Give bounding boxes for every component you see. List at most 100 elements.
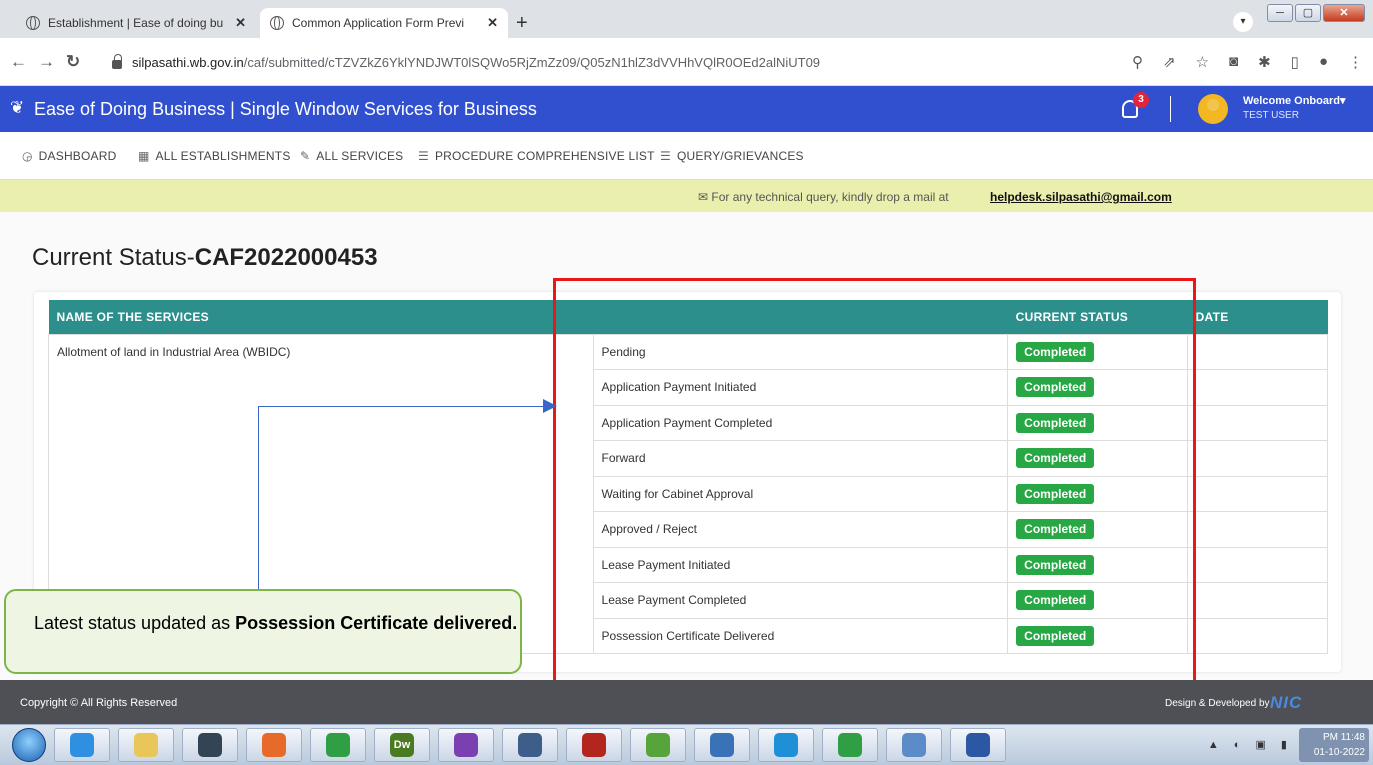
designed-by-text: Design & Developed by (1165, 698, 1270, 709)
taskbar-media-button[interactable] (182, 728, 238, 762)
new-tab-button[interactable]: + (516, 12, 528, 35)
forward-icon[interactable]: → (38, 52, 55, 72)
arrow-line (258, 406, 259, 594)
postgres-icon (518, 733, 542, 757)
status-badge: Completed (1016, 341, 1095, 362)
table-header-row: NAME OF THE SERVICES CURRENT STATUS DATE (48, 300, 1328, 334)
taskbar-ie-button[interactable] (54, 728, 110, 762)
taskbar-notes-button[interactable] (886, 728, 942, 762)
helpdesk-email-link[interactable]: helpdesk.silpasathi@gmail.com (990, 190, 1172, 204)
status-badge: Completed (1016, 483, 1095, 504)
tab-close-icon[interactable]: ✕ (235, 15, 246, 31)
tab-search-icon[interactable]: ▾ (1233, 12, 1253, 32)
date-cell (1187, 511, 1328, 548)
tab-title: Common Application Form Previ (292, 16, 465, 30)
ie-icon (70, 733, 94, 757)
tab-title: Establishment | Ease of doing bu (48, 16, 224, 30)
globe-icon (26, 16, 40, 30)
taskbar-utorrent-button[interactable] (630, 728, 686, 762)
step-cell: Application Payment Completed (592, 404, 1009, 441)
maximize-button[interactable]: ▢ (1295, 4, 1321, 22)
status-cell: Completed (1007, 617, 1189, 654)
word-icon (966, 733, 990, 757)
status-cell: Completed (1007, 582, 1189, 619)
taskbar-firefox-button[interactable] (246, 728, 302, 762)
status-badge: Completed (1016, 412, 1095, 433)
arrow-head (543, 399, 557, 413)
sidepanel-icon[interactable]: ▯ (1291, 53, 1299, 71)
page-title: Current Status-CAF2022000453 (32, 244, 378, 271)
status-badge: Completed (1016, 377, 1095, 398)
step-cell: Possession Certificate Delivered (592, 617, 1009, 654)
copyright-text: Copyright © All Rights Reserved (20, 697, 178, 709)
col-header-services: NAME OF THE SERVICES (48, 300, 594, 334)
window-controls: ─ ▢ ✕ (1267, 4, 1365, 22)
browser-tabstrip: Establishment | Ease of doing bu ✕ Commo… (0, 0, 1373, 38)
tab-establishment[interactable]: Establishment | Ease of doing bu ✕ (16, 8, 256, 38)
system-tray-icons[interactable]: ▲ ◐ ▣ ▮ (1208, 738, 1293, 751)
taskbar-python-button[interactable] (694, 728, 750, 762)
status-cell: Completed (1007, 369, 1189, 406)
globe-icon (270, 16, 284, 30)
status-badge: Completed (1016, 625, 1095, 646)
date-cell (1187, 440, 1328, 477)
star-icon[interactable]: ☆ (1196, 53, 1209, 71)
extensions-icon[interactable]: ✱ (1258, 53, 1271, 71)
date-cell (1187, 404, 1328, 441)
status-badge: Completed (1016, 590, 1095, 611)
taskbar-chrome-button[interactable] (822, 728, 878, 762)
date-cell (1187, 475, 1328, 512)
vs-icon (454, 733, 478, 757)
main-menu: ◶ DASHBOARD ▦ ALL ESTABLISHMENTS ✎ ALL SERV… (0, 132, 1373, 180)
window-close-button[interactable]: ✕ (1323, 4, 1365, 22)
start-button[interactable] (12, 728, 46, 762)
taskbar-explorer-button[interactable] (118, 728, 174, 762)
status-badge: Completed (1016, 448, 1095, 469)
reload-icon[interactable]: ↻ (66, 52, 80, 72)
taskbar-filezilla-button[interactable] (566, 728, 622, 762)
url-path: /caf/submitted/cTZVZkZ6YklYNDJWT0lSQWo5R… (243, 54, 821, 70)
step-cell: Lease Payment Initiated (592, 546, 1009, 583)
menu-all-services[interactable]: ✎ ALL SERVICES (300, 149, 403, 163)
status-cell: Completed (1007, 404, 1189, 441)
minimize-button[interactable]: ─ (1267, 4, 1293, 22)
menu-dashboard[interactable]: ◶ DASHBOARD (22, 149, 117, 163)
lock-icon (112, 53, 122, 69)
url-host: silpasathi.wb.gov.in (132, 54, 244, 70)
windows-taskbar: Dw ▲ ◐ ▣ ▮ PM 11:48 01-10-2022 (0, 724, 1373, 765)
menu-procedure-list[interactable]: ☰ PROCEDURE COMPREHENSIVE LIST (418, 149, 655, 163)
status-badge: Completed (1016, 519, 1095, 540)
zoom-icon[interactable]: ⚲ (1132, 53, 1143, 71)
app-title[interactable]: Ease of Doing Business | Single Window S… (34, 99, 537, 120)
welcome-menu[interactable]: Welcome Onboard▾ (1243, 94, 1346, 107)
col-header-date: DATE (1187, 300, 1328, 334)
back-icon[interactable]: ← (10, 52, 27, 72)
clock[interactable]: PM 11:48 01-10-2022 (1299, 728, 1369, 762)
list-icon: ☰ (418, 149, 429, 163)
menu-query-grievances[interactable]: ☰ QUERY/GRIEVANCES (660, 149, 804, 163)
share-icon[interactable]: ⇗ (1163, 53, 1176, 71)
browser-toolbar-icons: ⚲ ⇗ ☆ ◙ ✱ ▯ ● ⋮ (1132, 53, 1363, 71)
taskbar-vs-button[interactable] (438, 728, 494, 762)
profile-icon[interactable]: ● (1319, 53, 1328, 71)
taskbar-dreamweaver-button[interactable]: Dw (374, 728, 430, 762)
logo-icon: ❦ (10, 98, 25, 117)
menu-icon[interactable]: ⋮ (1348, 53, 1363, 71)
tab-caf-preview[interactable]: Common Application Form Previ ✕ (260, 8, 508, 38)
status-cell: Completed (1007, 546, 1189, 583)
taskbar-chrome-button[interactable] (310, 728, 366, 762)
python-icon (710, 733, 734, 757)
taskbar-postgres-button[interactable] (502, 728, 558, 762)
camera-icon[interactable]: ◙ (1229, 53, 1238, 71)
url-field[interactable]: silpasathi.wb.gov.in/caf/submitted/cTZVZ… (112, 44, 1192, 80)
menu-all-establishments[interactable]: ▦ ALL ESTABLISHMENTS (138, 149, 291, 163)
user-name: TEST USER (1243, 110, 1299, 121)
skype-icon (774, 733, 798, 757)
taskbar-word-button[interactable] (950, 728, 1006, 762)
taskbar-skype-button[interactable] (758, 728, 814, 762)
info-text: ✉ For any technical query, kindly drop a… (698, 190, 949, 204)
chrome-icon (326, 733, 350, 757)
dreamweaver-icon: Dw (390, 733, 414, 757)
avatar[interactable] (1198, 94, 1228, 124)
tab-close-icon[interactable]: ✕ (487, 15, 498, 31)
